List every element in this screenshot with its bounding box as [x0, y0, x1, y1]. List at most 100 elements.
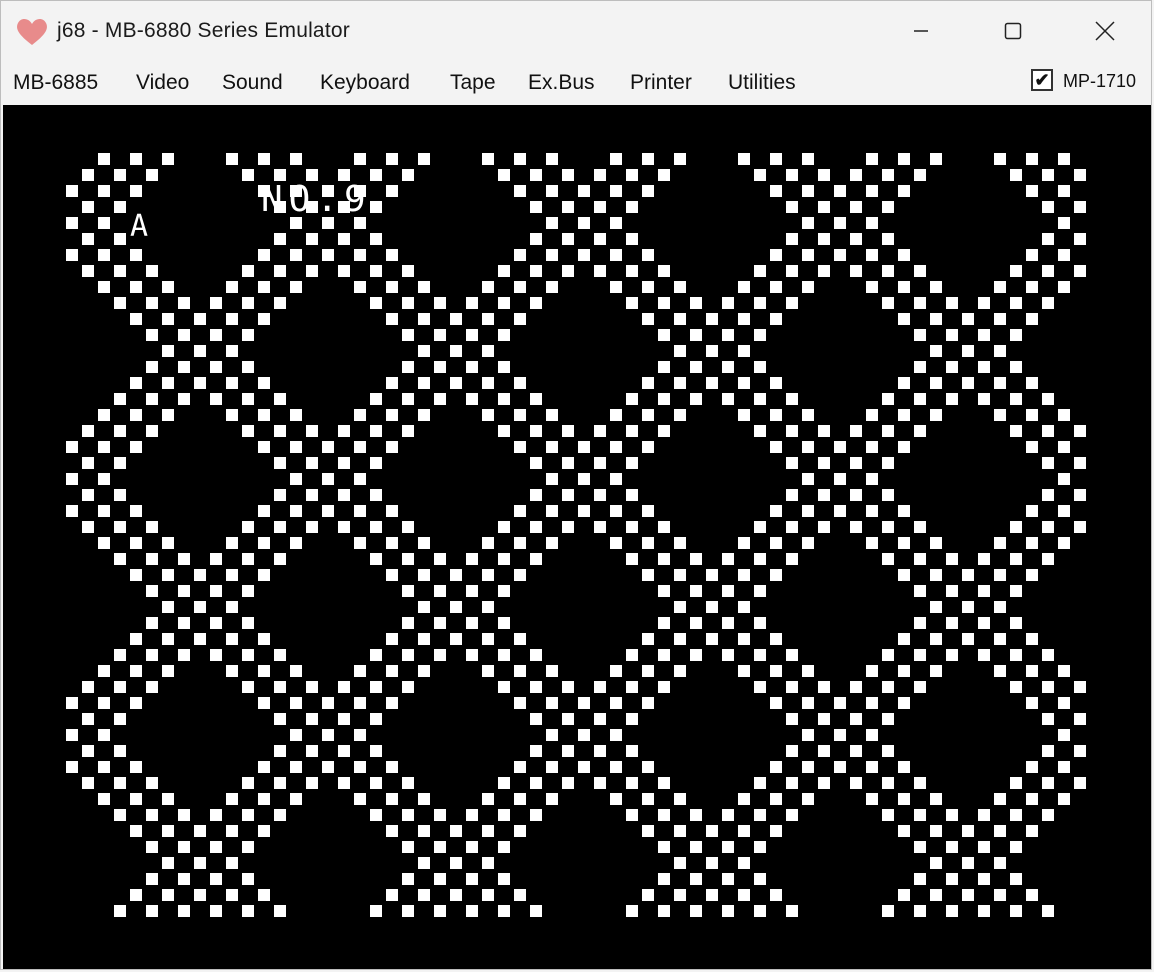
screen-pixel — [274, 297, 286, 309]
minimize-button[interactable] — [875, 1, 967, 61]
screen-pixel — [946, 553, 958, 565]
screen-pixel — [706, 857, 718, 869]
title-bar[interactable]: j68 - MB-6880 Series Emulator — [1, 1, 1151, 61]
screen-pixel — [610, 441, 622, 453]
menu-keyboard[interactable]: Keyboard — [320, 71, 410, 95]
screen-pixel — [594, 681, 606, 693]
screen-pixel — [770, 153, 782, 165]
pixel-pattern — [66, 153, 1086, 917]
menu-exbus[interactable]: Ex.Bus — [528, 71, 595, 95]
close-button[interactable] — [1059, 1, 1151, 61]
screen-pixel — [354, 665, 366, 677]
screen-pixel — [386, 377, 398, 389]
screen-pixel — [1010, 585, 1022, 597]
screen-pixel — [338, 457, 350, 469]
screen-pixel — [306, 457, 318, 469]
screen-pixel — [802, 729, 814, 741]
screen-pixel — [210, 649, 222, 661]
screen-pixel — [98, 441, 110, 453]
screen-pixel — [850, 233, 862, 245]
screen-pixel — [1074, 265, 1086, 277]
mp1710-checkbox[interactable]: ✔ — [1031, 69, 1053, 91]
screen-pixel — [402, 905, 414, 917]
screen-pixel — [898, 697, 910, 709]
screen-pixel — [482, 409, 494, 421]
screen-pixel — [498, 553, 510, 565]
screen-pixel — [738, 665, 750, 677]
screen-pixel — [1058, 697, 1070, 709]
screen-pixel — [930, 665, 942, 677]
screen-pixel — [754, 873, 766, 885]
screen-pixel — [418, 889, 430, 901]
screen-pixel — [898, 505, 910, 517]
screen-pixel — [546, 217, 558, 229]
screen-pixel — [786, 457, 798, 469]
screen-pixel — [914, 649, 926, 661]
screen-pixel — [386, 537, 398, 549]
screen-pixel — [674, 377, 686, 389]
screen-pixel — [498, 521, 510, 533]
screen-pixel — [178, 585, 190, 597]
screen-pixel — [1042, 489, 1054, 501]
screen-pixel — [610, 153, 622, 165]
screen-pixel — [146, 617, 158, 629]
screen-pixel — [802, 281, 814, 293]
screen-pixel — [754, 361, 766, 373]
screen-pixel — [466, 809, 478, 821]
screen-pixel — [610, 697, 622, 709]
screen-pixel — [770, 281, 782, 293]
screen-pixel — [818, 681, 830, 693]
screen-pixel — [802, 505, 814, 517]
screen-pixel — [562, 777, 574, 789]
screen-pixel — [402, 649, 414, 661]
screen-pixel — [754, 393, 766, 405]
menu-mb6885[interactable]: MB-6885 — [13, 71, 98, 95]
screen-pixel — [466, 297, 478, 309]
screen-pixel — [98, 473, 110, 485]
screen-pixel — [114, 553, 126, 565]
screen-pixel — [898, 409, 910, 421]
screen-pixel — [98, 505, 110, 517]
menu-printer[interactable]: Printer — [630, 71, 692, 95]
screen-pixel — [674, 793, 686, 805]
menu-utilities[interactable]: Utilities — [728, 71, 796, 95]
screen-pixel — [1042, 233, 1054, 245]
screen-pixel — [290, 249, 302, 261]
screen-pixel — [178, 617, 190, 629]
screen-pixel — [738, 569, 750, 581]
screen-pixel — [338, 425, 350, 437]
screen-pixel — [194, 313, 206, 325]
maximize-button[interactable] — [967, 1, 1059, 61]
screen-pixel — [578, 697, 590, 709]
screen-pixel — [642, 761, 654, 773]
screen-pixel — [1042, 521, 1054, 533]
screen-pixel — [978, 841, 990, 853]
screen-pixel — [466, 329, 478, 341]
screen-pixel — [914, 393, 926, 405]
emulator-screen[interactable]: NO.9 A — [3, 105, 1151, 969]
screen-pixel — [1058, 249, 1070, 261]
menu-video[interactable]: Video — [136, 71, 189, 95]
screen-pixel — [274, 777, 286, 789]
screen-pixel — [690, 361, 702, 373]
screen-pixel — [818, 169, 830, 181]
screen-pixel — [690, 553, 702, 565]
screen-pixel — [482, 825, 494, 837]
screen-pixel — [450, 889, 462, 901]
screen-pixel — [834, 185, 846, 197]
screen-pixel — [130, 569, 142, 581]
screen-pixel — [274, 553, 286, 565]
screen-pixel — [338, 489, 350, 501]
screen-pixel — [242, 585, 254, 597]
screen-pixel — [546, 249, 558, 261]
menu-tape[interactable]: Tape — [450, 71, 496, 95]
screen-pixel — [610, 537, 622, 549]
screen-pixel — [1010, 169, 1022, 181]
screen-pixel — [498, 329, 510, 341]
menu-sound[interactable]: Sound — [222, 71, 283, 95]
screen-pixel — [546, 793, 558, 805]
screen-pixel — [386, 409, 398, 421]
screen-pixel — [114, 649, 126, 661]
screen-pixel — [594, 169, 606, 181]
screen-pixel — [1026, 697, 1038, 709]
